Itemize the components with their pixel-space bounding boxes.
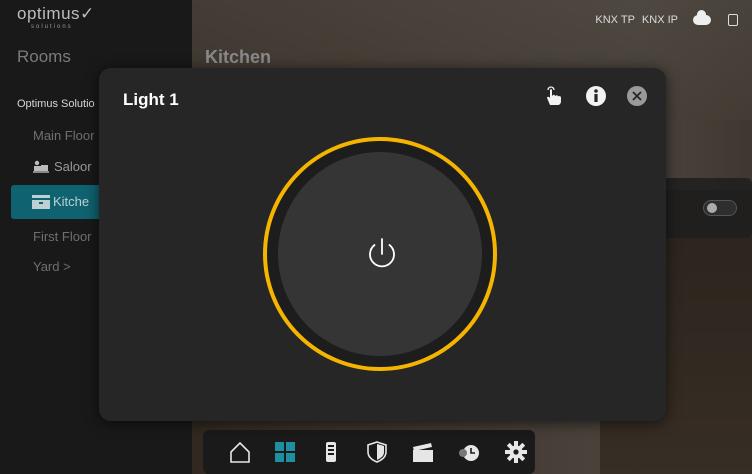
rooms-grid-icon[interactable]: [274, 441, 296, 463]
scenes-clapper-icon[interactable]: [412, 441, 434, 463]
info-icon[interactable]: [585, 85, 607, 107]
security-shield-icon[interactable]: [366, 441, 388, 463]
page-title: Kitchen: [205, 47, 272, 67]
rooms-heading: Rooms: [17, 47, 71, 66]
touch-icon[interactable]: [542, 85, 564, 107]
device-icon[interactable]: [728, 14, 738, 26]
knx-ip-status: KNX IP: [641, 14, 678, 26]
project-name[interactable]: Optimus Solutio: [17, 98, 95, 110]
sidebar-item-label: Kitche: [53, 194, 90, 209]
sidebar-item-main-floor[interactable]: Main Floor: [33, 128, 94, 143]
knx-tp-status: KNX TP: [595, 14, 635, 26]
sidebar-item-label: Saloor: [54, 159, 92, 174]
top-bar: KNX TP KNX IP: [0, 0, 752, 40]
cloud-icon[interactable]: [693, 10, 711, 25]
app-frame: optimus✓ solutions Rooms Optimus Solutio…: [0, 0, 752, 474]
close-icon[interactable]: [626, 85, 648, 107]
kitchen-icon: [32, 195, 50, 209]
sofa-icon: [33, 160, 49, 173]
sidebar-item-yard[interactable]: Yard >: [33, 259, 71, 274]
home-icon[interactable]: [229, 441, 251, 463]
power-icon: [369, 238, 395, 268]
remote-icon[interactable]: [320, 441, 342, 463]
settings-gear-icon[interactable]: [505, 441, 527, 463]
bottom-nav: [203, 430, 535, 474]
dialog-title: Light 1: [123, 90, 179, 109]
status-area: KNX TP KNX IP: [595, 10, 738, 26]
timer-icon[interactable]: [458, 441, 480, 463]
sidebar-item-first-floor[interactable]: First Floor: [33, 229, 92, 244]
device-toggle[interactable]: [703, 200, 737, 216]
